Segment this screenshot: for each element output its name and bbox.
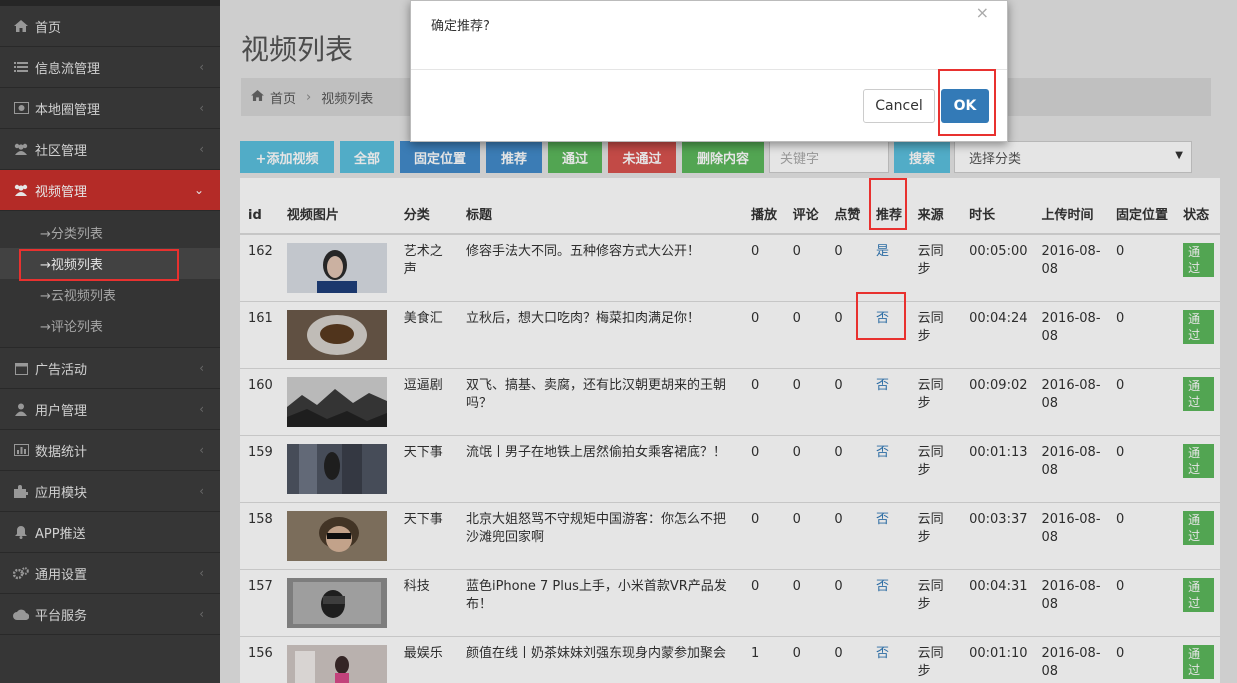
confirm-dialog: 确定推荐? × Cancel OK bbox=[410, 0, 1008, 142]
dialog-message: 确定推荐? bbox=[431, 19, 490, 34]
ok-button[interactable]: OK bbox=[941, 89, 989, 123]
cancel-button[interactable]: Cancel bbox=[863, 89, 935, 123]
dialog-divider bbox=[411, 69, 1007, 70]
close-icon[interactable]: × bbox=[976, 3, 989, 22]
